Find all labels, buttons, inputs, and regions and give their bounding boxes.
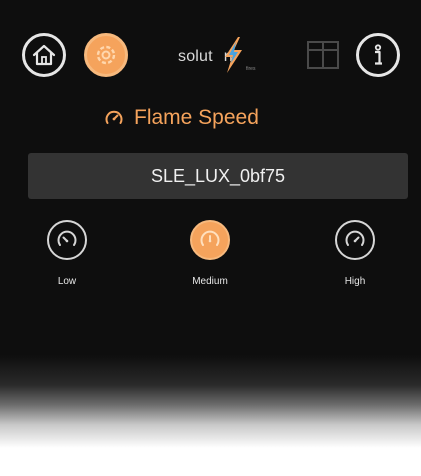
section-header: Flame Speed (104, 103, 259, 133)
home-button[interactable] (22, 33, 66, 77)
gauge-icon (105, 110, 123, 124)
speed-medium-button[interactable] (190, 220, 230, 260)
lightning-bolt-icon (225, 37, 242, 73)
gauge-medium-icon (200, 230, 220, 246)
section-title: Flame Speed (134, 106, 259, 129)
speed-label-low: Low (57, 276, 77, 287)
gauge-low-icon (57, 230, 77, 246)
speed-label-medium: Medium (192, 276, 228, 287)
speed-label-high: High (344, 276, 366, 287)
info-button[interactable] (356, 33, 400, 77)
box-icon[interactable] (305, 37, 341, 73)
speed-option-low[interactable]: Low (27, 220, 107, 300)
home-icon (32, 44, 56, 66)
logo-subtext: fires (246, 66, 256, 72)
speed-option-high[interactable]: High (315, 220, 395, 300)
brand-logo: solutn fires (170, 36, 280, 76)
settings-icon (96, 45, 116, 65)
speed-high-button[interactable] (335, 220, 375, 260)
device-name-field[interactable]: SLE_LUX_0bf75 (28, 153, 408, 199)
info-icon (374, 44, 382, 65)
gauge-high-icon (345, 230, 365, 246)
settings-button[interactable] (84, 33, 128, 77)
app-screen: solutn fires Flame Speed SLE_LUX_0bf75 (0, 0, 421, 476)
speed-low-button[interactable] (47, 220, 87, 260)
speed-option-medium[interactable]: Medium (170, 220, 250, 300)
